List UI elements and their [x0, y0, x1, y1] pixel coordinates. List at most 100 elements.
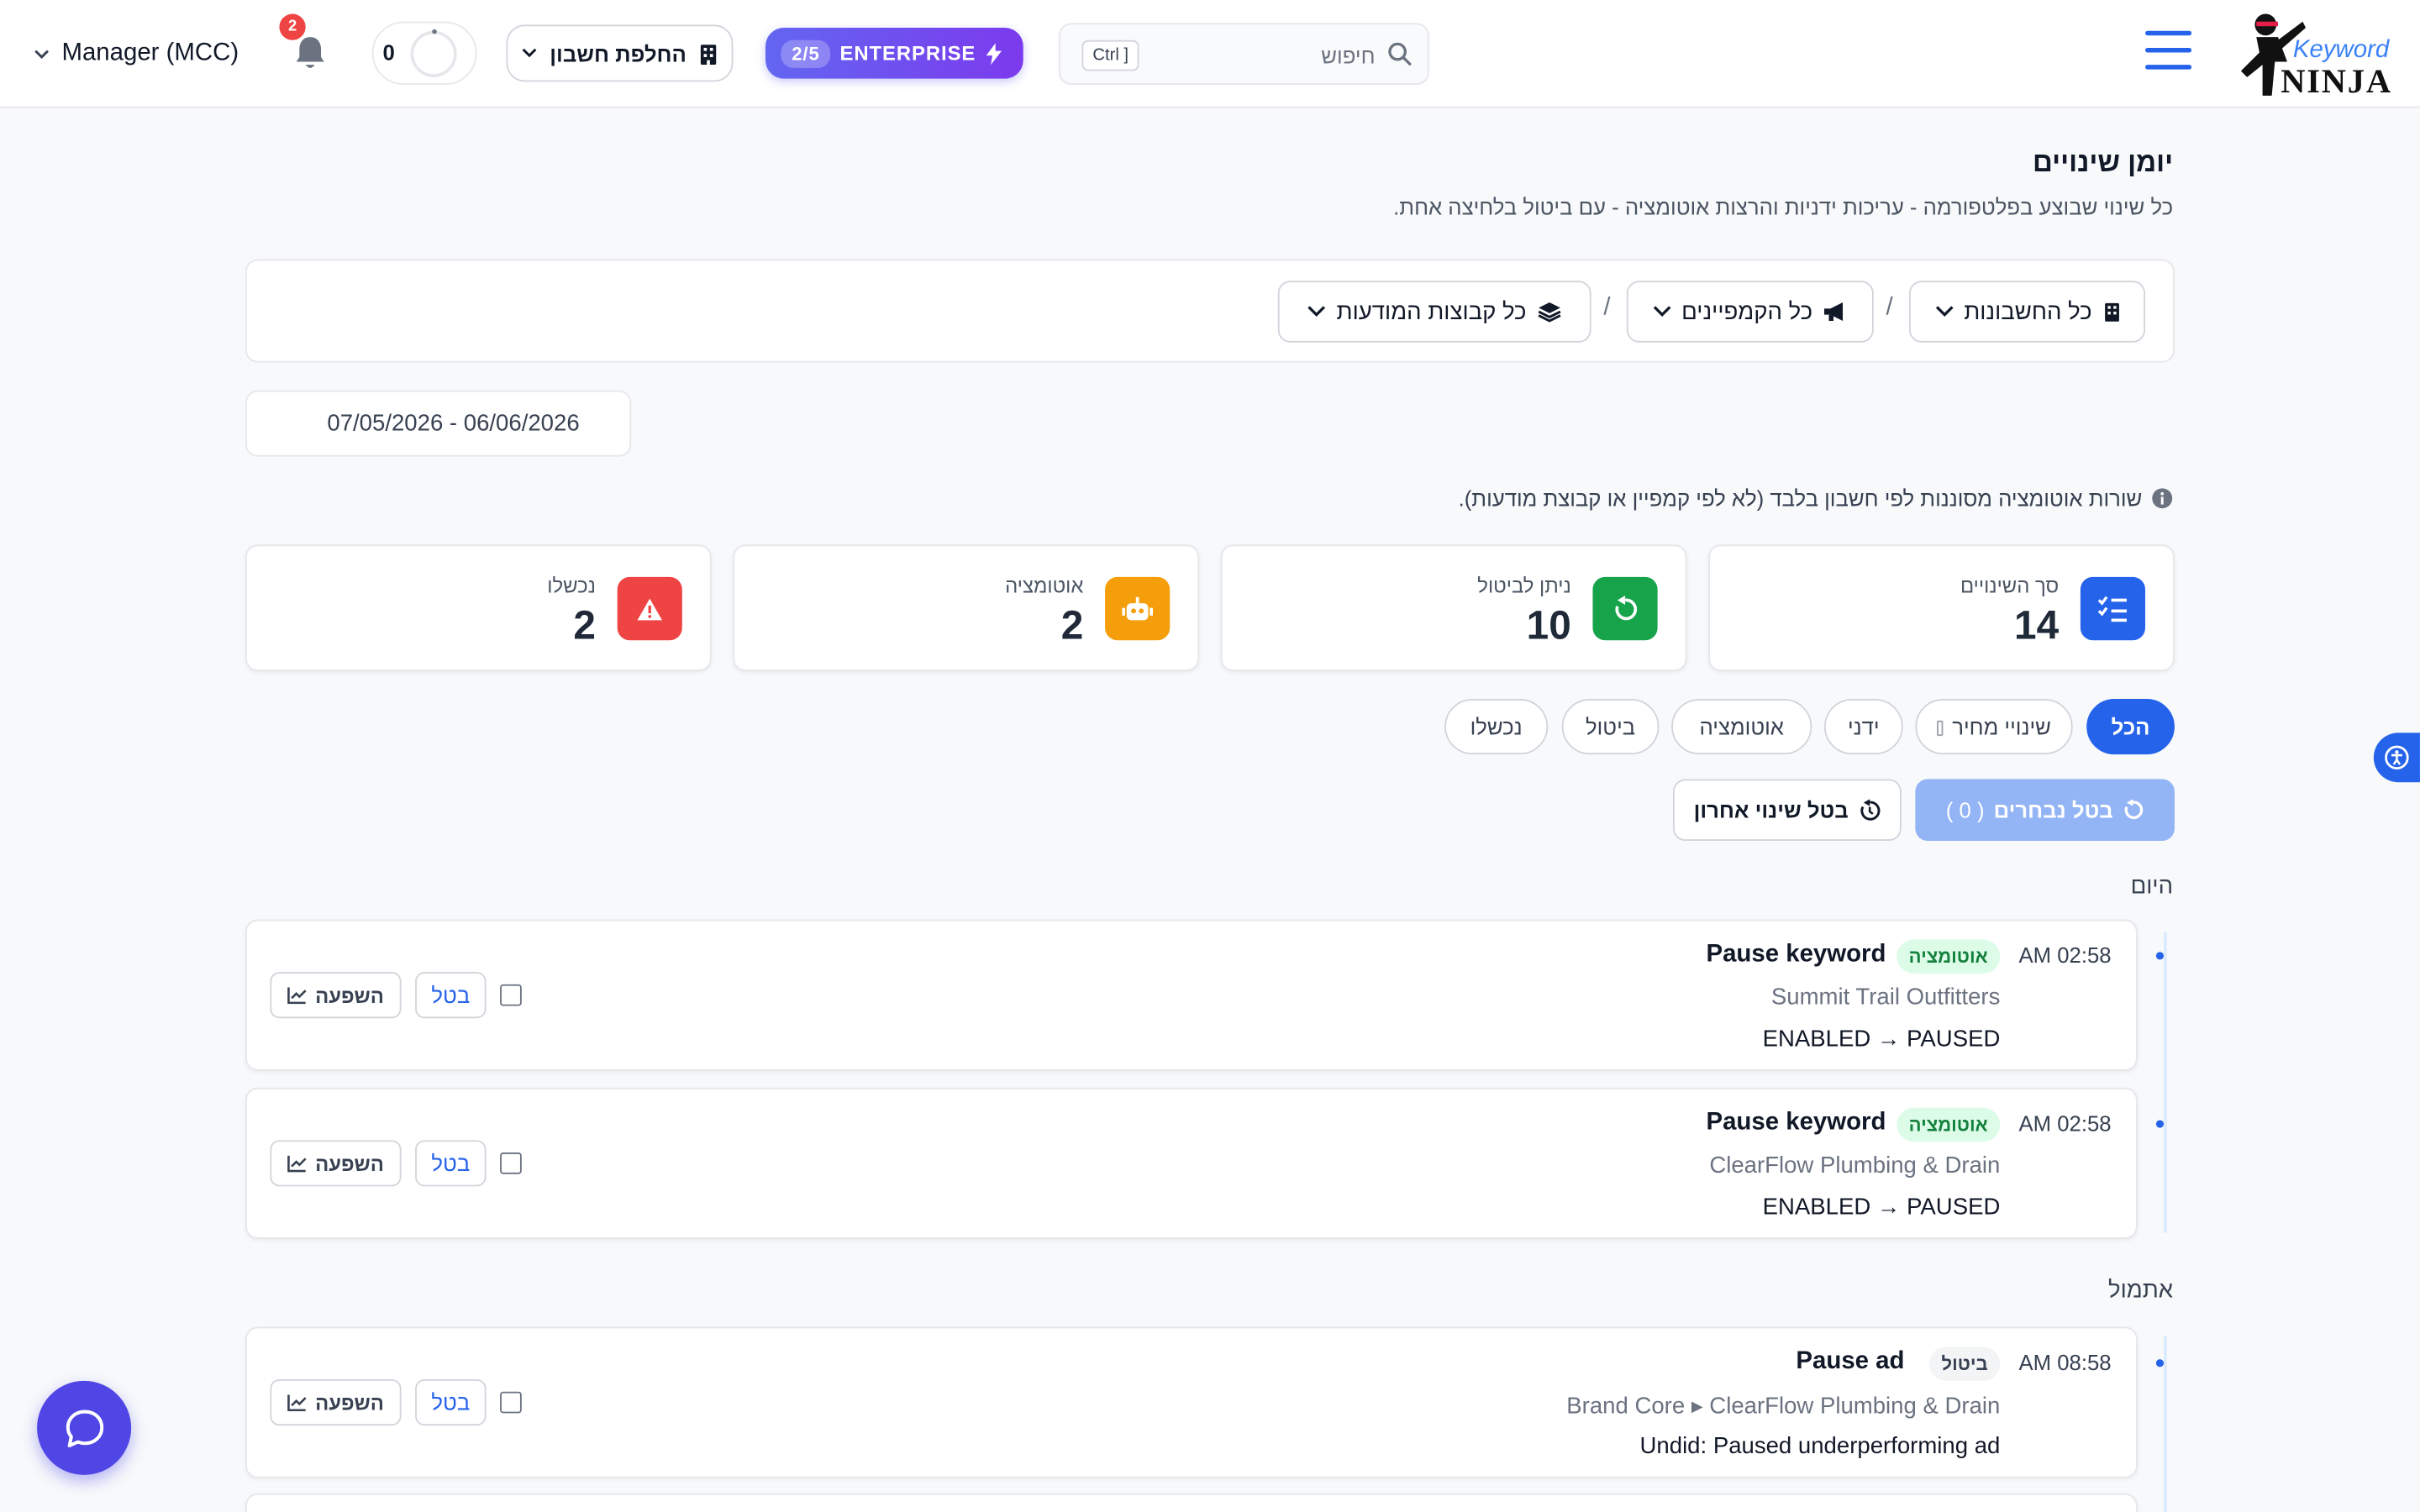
entry-undo-button[interactable]: בטל — [415, 972, 487, 1019]
chat-bubble-icon — [65, 1409, 103, 1447]
undo-last-button[interactable]: בטל שינוי אחרון — [1672, 779, 1902, 842]
entry-action: Pause ad — [1796, 1348, 1905, 1375]
manager-account-selector[interactable]: Manager (MCC) — [34, 37, 239, 71]
bell-icon — [296, 37, 324, 68]
change-entry — [245, 1493, 2138, 1512]
robot-icon — [1105, 576, 1171, 641]
entry-select-checkbox[interactable] — [500, 984, 522, 1006]
undo-selected-label: בטל נבחרים — [1993, 797, 2113, 822]
chevron-down-icon — [1307, 306, 1326, 318]
entry-type-tag: אוטומציה — [1896, 939, 2001, 974]
tab-price-changes-label: שינויי מחיר — [1952, 714, 2051, 739]
campaigns-filter-label: כל הקמפיינים — [1681, 298, 1813, 325]
timeline-dot — [2155, 1120, 2165, 1128]
list-check-icon — [2080, 576, 2146, 641]
ad-groups-filter[interactable]: כל קבוצות המודעות — [1277, 281, 1591, 343]
chevron-down-icon — [34, 49, 49, 59]
chart-line-icon — [287, 986, 307, 1004]
entry-change: ENABLED → PAUSED — [1762, 1194, 2001, 1221]
filters-bar: כל החשבונות / כל הקמפיינים / כל קבוצות ה… — [245, 259, 2175, 363]
entry-impact-label: השפעה — [315, 1152, 384, 1175]
stat-undoable-value: 10 — [1526, 601, 1571, 648]
accessibility-icon — [2385, 745, 2409, 770]
entry-undo-button[interactable]: בטל — [415, 1140, 487, 1187]
entry-impact-button[interactable]: השפעה — [270, 1379, 402, 1426]
timeline-line — [2164, 1336, 2167, 1512]
change-entry: AM 08:58 ביטול Pause ad Brand Core ▸ Cle… — [245, 1326, 2138, 1478]
stat-failed-value: 2 — [573, 601, 596, 648]
timeline-line — [2164, 932, 2167, 1233]
manager-label: Manager (MCC) — [61, 39, 239, 66]
entry-time: AM 02:58 — [2018, 942, 2112, 968]
chevron-down-icon — [523, 48, 537, 58]
search-input[interactable] — [1174, 38, 1376, 73]
plan-badge[interactable]: 2/5 ENTERPRISE — [765, 28, 1023, 79]
chart-line-icon — [287, 1154, 307, 1172]
search-shortcut: Ctrl ] — [1081, 39, 1139, 71]
switch-account-label: החלפת חשבון — [550, 40, 687, 66]
automation-filter-note-text: שורות אוטומציה מסוננות לפי חשבון בלבד (ל… — [1458, 486, 2143, 511]
campaigns-filter[interactable]: כל הקמפיינים — [1626, 281, 1874, 343]
ad-groups-filter-label: כל קבוצות המודעות — [1336, 298, 1527, 325]
progress-counter[interactable]: 0 — [371, 21, 477, 86]
info-icon — [2152, 488, 2173, 509]
plan-fraction: 2/5 — [781, 39, 831, 67]
search-box[interactable]: Ctrl ] — [1058, 23, 1429, 86]
tab-cancel[interactable]: ביטול — [1561, 699, 1660, 755]
entry-select-checkbox[interactable] — [500, 1152, 522, 1174]
stat-total-value: 14 — [2014, 601, 2060, 648]
undo-selected-button[interactable]: בטל נבחרים ( 0 ) — [1915, 779, 2175, 842]
warning-icon — [617, 576, 682, 641]
price-tag-icon — [1937, 720, 1944, 737]
tab-price-changes[interactable]: שינויי מחיר — [1915, 699, 2073, 755]
megaphone-icon — [1824, 302, 1844, 322]
notifications-button[interactable]: 2 — [279, 13, 327, 71]
lightning-icon — [986, 42, 1002, 65]
entry-select-checkbox[interactable] — [500, 1391, 522, 1414]
accounts-filter[interactable]: כל החשבונות — [1908, 281, 2146, 343]
group-today-heading: היום — [2130, 873, 2174, 900]
tab-all[interactable]: הכל — [2086, 699, 2175, 755]
automation-filter-note: שורות אוטומציה מסוננות לפי חשבון בלבד (ל… — [1459, 486, 2173, 511]
entry-impact-label: השפעה — [315, 1390, 384, 1415]
page-title: יומן שינויים — [2033, 146, 2174, 178]
entry-undo-button[interactable]: בטל — [415, 1379, 487, 1426]
menu-button[interactable] — [2145, 30, 2192, 74]
stat-automation: אוטומציה 2 — [733, 544, 1200, 671]
change-entry: AM 02:58 אוטומציה Pause keyword ClearFlo… — [245, 1087, 2138, 1239]
logo-text-keyword: Keyword — [2292, 37, 2390, 64]
entry-time: AM 02:58 — [2018, 1110, 2112, 1136]
change-entry: AM 02:58 אוטומציה Pause keyword Summit T… — [245, 919, 2138, 1071]
date-range-picker[interactable]: 07/05/2026 - 06/06/2026 — [245, 390, 632, 457]
entry-impact-button[interactable]: השפעה — [270, 1140, 402, 1187]
stat-automation-value: 2 — [1060, 601, 1084, 648]
entry-change: ENABLED → PAUSED — [1762, 1026, 2001, 1053]
search-icon — [1388, 42, 1412, 66]
undo-icon — [1592, 576, 1658, 641]
filter-separator: / — [1603, 294, 1611, 322]
history-icon — [1860, 798, 1880, 820]
stat-total-changes: סך השינויים 14 — [1708, 544, 2175, 671]
tab-automation[interactable]: אוטומציה — [1671, 699, 1812, 755]
logo-text-ninja: NINJA — [2281, 61, 2392, 101]
chevron-down-icon — [1934, 306, 1953, 318]
chat-button[interactable] — [37, 1380, 132, 1475]
logo[interactable]: Keyword NINJA — [2235, 6, 2396, 102]
switch-account-button[interactable]: החלפת חשבון — [506, 24, 734, 82]
stat-undoable: ניתן לביטול 10 — [1220, 544, 1687, 671]
entry-action: Pause keyword — [1706, 1109, 1886, 1136]
filter-separator: / — [1886, 294, 1893, 322]
entry-impact-button[interactable]: השפעה — [270, 972, 402, 1019]
chevron-down-icon — [1652, 306, 1670, 318]
stat-undoable-label: ניתן לביטול — [1477, 574, 1571, 597]
entry-account: ClearFlow Plumbing & Drain — [1709, 1152, 2001, 1179]
entry-account: Summit Trail Outfitters — [1770, 984, 2001, 1011]
entry-action: Pause keyword — [1706, 941, 1886, 968]
accessibility-button[interactable] — [2373, 732, 2420, 783]
timeline-dot — [2155, 1359, 2165, 1368]
undo-selected-count: ( 0 ) — [1945, 797, 1985, 822]
building-icon — [700, 44, 716, 65]
tab-manual[interactable]: ידני — [1823, 699, 1903, 755]
tab-failed[interactable]: נכשלו — [1444, 699, 1549, 755]
top-bar: Keyword NINJA Ctrl ] 2/5 ENTERPRISE — [0, 0, 2420, 108]
